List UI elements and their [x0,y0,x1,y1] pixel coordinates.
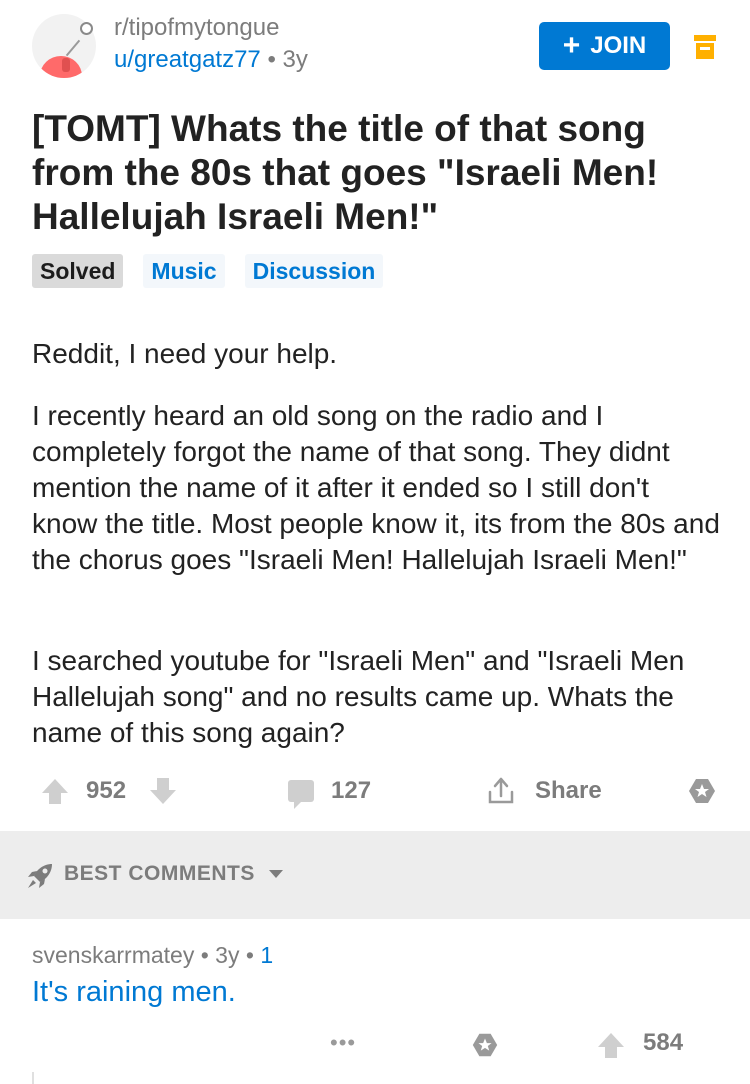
comment-icon [288,780,314,809]
post-header: r/tipofmytongue u/greatgatz77 • 3y + JOI… [0,0,750,100]
comment-age: 3y [215,942,240,968]
post-action-bar: 952 127 Share [0,770,750,812]
meta-separator: • [267,46,276,73]
post-body-paragraph: I recently heard an old song on the radi… [32,400,720,575]
award-button[interactable] [686,770,718,812]
flair-list: Solved Music Discussion [32,254,384,288]
downvote-button[interactable] [150,770,176,812]
flair-music[interactable]: Music [143,254,225,288]
share-button[interactable] [486,770,516,812]
comment-award-button[interactable] [470,1024,500,1066]
plus-icon: + [562,29,581,62]
chevron-down-icon [268,870,283,878]
comments-button[interactable] [288,770,314,812]
more-options-button[interactable]: ••• [330,1030,356,1056]
post-score: 952 [86,777,127,804]
rocket-icon [28,864,52,888]
sort-dropdown[interactable]: BEST COMMENTS [64,862,283,886]
meta-separator: • [200,942,209,968]
avatar-badge-icon [80,22,93,35]
share-label[interactable]: Share [535,770,602,812]
award-icon [472,1033,498,1057]
reply-count[interactable]: 1 [260,942,273,968]
flair-solved[interactable]: Solved [32,254,124,288]
subreddit-link[interactable]: r/tipofmytongue [114,14,279,42]
flair-discussion[interactable]: Discussion [244,254,384,288]
thread-line [32,1072,34,1084]
saved-icon[interactable] [694,35,716,59]
post-body-paragraph: I searched youtube for "Israeli Men" and… [32,645,685,748]
comment-score: 584 [643,1029,684,1056]
upvote-icon [598,1033,624,1058]
comment-author[interactable]: svenskarrmatey [32,942,194,968]
sort-label: BEST COMMENTS [64,862,255,885]
downvote-icon [150,778,176,804]
comment-count[interactable]: 127 [331,770,371,812]
post-meta: u/greatgatz77 • 3y [114,46,308,74]
comment-upvote-button[interactable] [598,1024,624,1066]
author-link[interactable]: u/greatgatz77 [114,46,261,73]
comment-body: It's raining men. [32,976,236,1008]
post-body-paragraph: Reddit, I need your help. [32,338,338,369]
post-title: [TOMT] Whats the title of that song from… [32,108,659,237]
upvote-icon [42,779,68,804]
comment-meta: svenskarrmatey • 3y • 1 [32,942,273,969]
post-age: 3y [282,46,308,73]
share-icon [488,777,514,804]
upvote-button[interactable] [42,770,68,812]
meta-separator: • [245,942,254,968]
award-icon [689,779,715,803]
join-button[interactable]: + JOIN [539,22,670,70]
join-label: JOIN [590,32,647,59]
